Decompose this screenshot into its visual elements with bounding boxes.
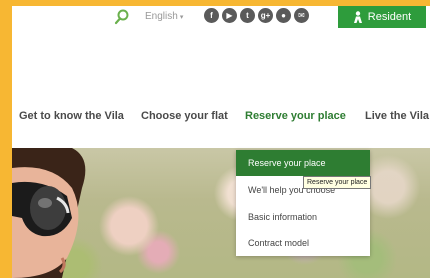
dropdown-item-reserve[interactable]: Reserve your place (236, 150, 370, 176)
nav-item-choose-flat[interactable]: Choose your flat (141, 110, 228, 122)
youtube-icon[interactable]: ▶ (222, 8, 237, 23)
google-plus-icon[interactable]: g+ (258, 8, 273, 23)
person-icon (353, 11, 362, 23)
top-bar: English ▾ f ▶ t g+ ● ✉ Resident (12, 6, 430, 28)
nav-item-live-the-vila[interactable]: Live the Vila (365, 110, 429, 122)
search-icon[interactable] (114, 9, 130, 25)
dropdown-item-contract-model[interactable]: Contract model (236, 230, 370, 256)
language-selector[interactable]: English ▾ (145, 11, 183, 22)
location-icon[interactable]: ● (276, 8, 291, 23)
chevron-down-icon: ▾ (179, 13, 184, 21)
dropdown-item-basic-info[interactable]: Basic information (236, 204, 370, 230)
language-label: English (145, 11, 178, 22)
nav-item-reserve[interactable]: Reserve your place (245, 110, 346, 122)
woman-with-sunglasses-photo (12, 148, 86, 278)
facebook-icon[interactable]: f (204, 8, 219, 23)
mail-icon[interactable]: ✉ (294, 8, 309, 23)
social-links: f ▶ t g+ ● ✉ (204, 8, 309, 23)
main-nav: Get to know the Vila Choose your flat Re… (12, 106, 430, 128)
twitter-icon[interactable]: t (240, 8, 255, 23)
nav-item-get-to-know[interactable]: Get to know the Vila (19, 110, 124, 122)
tooltip: Reserve your place (303, 176, 372, 189)
resident-label: Resident (367, 11, 412, 23)
resident-button[interactable]: Resident (338, 6, 426, 28)
reserve-dropdown-menu: Reserve your place We'll help you choose… (236, 150, 370, 256)
page-frame: English ▾ f ▶ t g+ ● ✉ Resident Get to k… (12, 6, 430, 278)
